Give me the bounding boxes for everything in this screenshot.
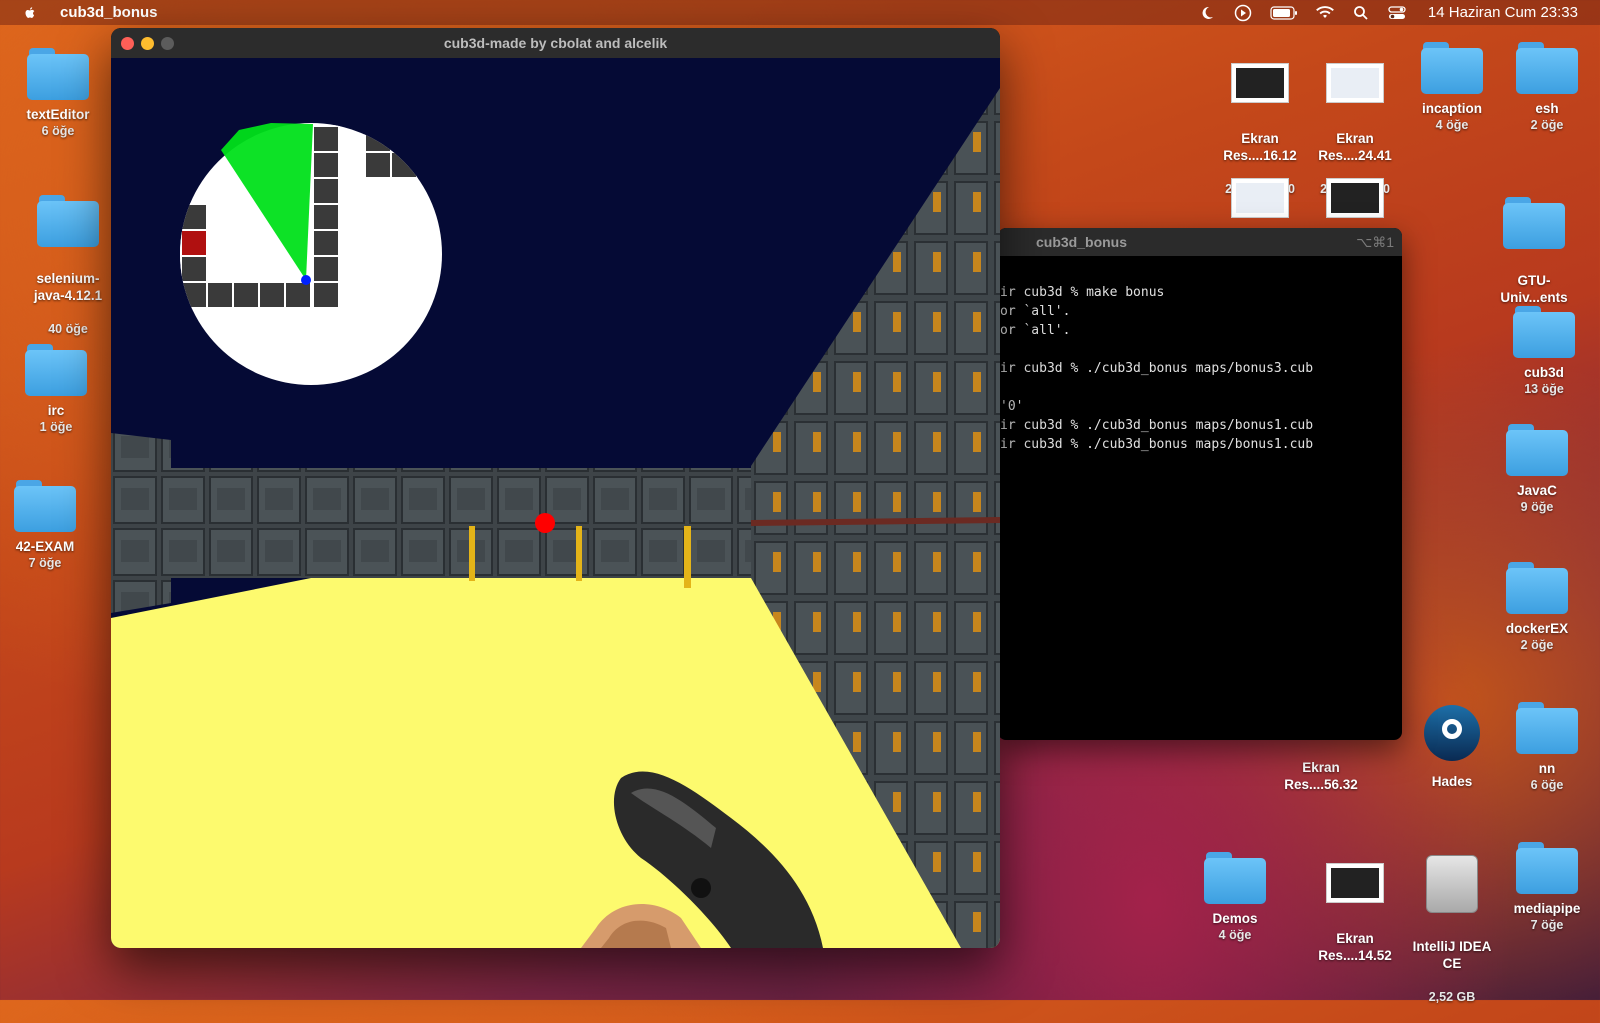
desktop-app-intellij[interactable]: IntelliJ IDEA CE 2,52 GB — [1402, 838, 1502, 1023]
back-wall — [111, 468, 751, 578]
disk-image-icon — [1426, 855, 1478, 913]
desktop-screenshot-1452[interactable]: Ekran Res....14.52 — [1305, 846, 1405, 981]
screenshot-thumbnail-icon — [1231, 178, 1289, 218]
desktop-screenshot-partial-2[interactable] — [1305, 178, 1405, 228]
desktop-screenshot-5632[interactable]: Ekran Res....56.32 — [1271, 742, 1371, 810]
screenshot-thumbnail-icon — [1326, 63, 1384, 103]
terminal-output[interactable]: ir cub3d % make bonus or `all'. or `all'. … — [998, 256, 1402, 492]
battery-icon[interactable] — [1270, 4, 1298, 22]
folder-icon — [1513, 306, 1575, 358]
menu-clock[interactable]: 14 Haziran Cum 23:33 — [1428, 4, 1578, 21]
terminal-line: or `all'. — [1000, 304, 1071, 319]
folder-icon — [14, 480, 76, 532]
desktop-folder-demos[interactable]: Demos 4 öğe — [1185, 852, 1285, 944]
desktop-folder-nn[interactable]: nn 6 öğe — [1497, 702, 1597, 794]
folder-icon — [1506, 424, 1568, 476]
terminal-window[interactable]: cub3d_bonus ⌥⌘1 ir cub3d % make bonus or … — [998, 228, 1402, 740]
game-window[interactable]: cub3d-made by cbolat and alcelik — [111, 28, 1000, 948]
desktop-folder-incaption[interactable]: incaption 4 öğe — [1402, 42, 1502, 134]
folder-icon — [1516, 42, 1578, 94]
desktop-folder-selenium[interactable]: selenium- java-4.12.1 40 öğe — [18, 178, 118, 355]
folder-icon — [27, 48, 89, 100]
crosshair — [535, 513, 555, 533]
desktop-folder-javac[interactable]: JavaC 9 öğe — [1487, 424, 1587, 516]
terminal-line: ir cub3d % make bonus — [1000, 285, 1165, 300]
terminal-line: ir cub3d % ./cub3d_bonus maps/bonus3.cub — [1000, 361, 1314, 376]
minimize-button[interactable] — [141, 37, 154, 50]
folder-icon — [1516, 702, 1578, 754]
game-window-titlebar[interactable]: cub3d-made by cbolat and alcelik — [111, 28, 1000, 58]
active-app-name[interactable]: cub3d_bonus — [60, 4, 158, 21]
play-icon[interactable] — [1234, 4, 1252, 22]
folder-icon — [1503, 197, 1565, 249]
apple-icon[interactable] — [22, 5, 38, 21]
desktop-screenshot-partial-1[interactable] — [1210, 178, 1310, 228]
folder-icon — [1421, 42, 1483, 94]
screenshot-thumbnail-icon — [1326, 178, 1384, 218]
pillar — [469, 526, 475, 581]
menu-bar: cub3d_bonus 14 Haziran Cum 23:33 — [0, 0, 1600, 25]
terminal-titlebar[interactable]: cub3d_bonus ⌥⌘1 — [998, 228, 1402, 256]
screenshot-thumbnail-icon — [1231, 63, 1289, 103]
screenshot-thumbnail-icon — [1326, 863, 1384, 903]
desktop-folder-42-exam[interactable]: 42-EXAM 7 öğe — [0, 480, 95, 572]
wifi-icon[interactable] — [1316, 4, 1334, 22]
game-window-title: cub3d-made by cbolat and alcelik — [443, 35, 668, 51]
desktop-folder-esh[interactable]: esh 2 öğe — [1497, 42, 1597, 134]
desktop-folder-mediapipe[interactable]: mediapipe 7 öğe — [1497, 842, 1597, 934]
folder-icon — [1516, 842, 1578, 894]
terminal-line: ir cub3d % ./cub3d_bonus maps/bonus1.cub — [1000, 418, 1314, 433]
terminal-title: cub3d_bonus — [1036, 234, 1128, 250]
steam-icon — [1424, 705, 1480, 761]
desktop-app-hades[interactable]: Hades — [1402, 705, 1502, 790]
desktop-folder-irc[interactable]: irc 1 öğe — [6, 344, 106, 436]
terminal-shortcut: ⌥⌘1 — [1356, 234, 1394, 250]
zoom-button[interactable] — [161, 37, 174, 50]
left-wall — [111, 433, 171, 613]
desktop-folder-texteditor[interactable]: textEditor 6 öğe — [8, 48, 108, 140]
folder-icon — [25, 344, 87, 396]
raycast-viewport[interactable] — [111, 58, 1000, 948]
minimap-door — [180, 229, 208, 257]
desktop-folder-dockerex[interactable]: dockerEX 2 öğe — [1487, 562, 1587, 654]
terminal-line: ir cub3d % ./cub3d_bonus maps/bonus1.cub — [1000, 437, 1314, 452]
pillar — [684, 526, 691, 588]
terminal-line: or `all'. — [1000, 323, 1071, 338]
minimap — [180, 123, 442, 385]
close-button[interactable] — [121, 37, 134, 50]
control-center-icon[interactable] — [1388, 4, 1406, 22]
folder-icon — [37, 195, 99, 247]
folder-icon — [1204, 852, 1266, 904]
moon-icon[interactable] — [1198, 4, 1216, 22]
minimap-player — [301, 275, 311, 285]
wall-stripe — [750, 517, 1000, 526]
folder-icon — [1506, 562, 1568, 614]
pillar — [576, 526, 582, 581]
desktop-folder-cub3d[interactable]: cub3d 13 öğe — [1494, 306, 1594, 398]
search-icon[interactable] — [1352, 4, 1370, 22]
terminal-line: '0' — [1000, 399, 1024, 414]
